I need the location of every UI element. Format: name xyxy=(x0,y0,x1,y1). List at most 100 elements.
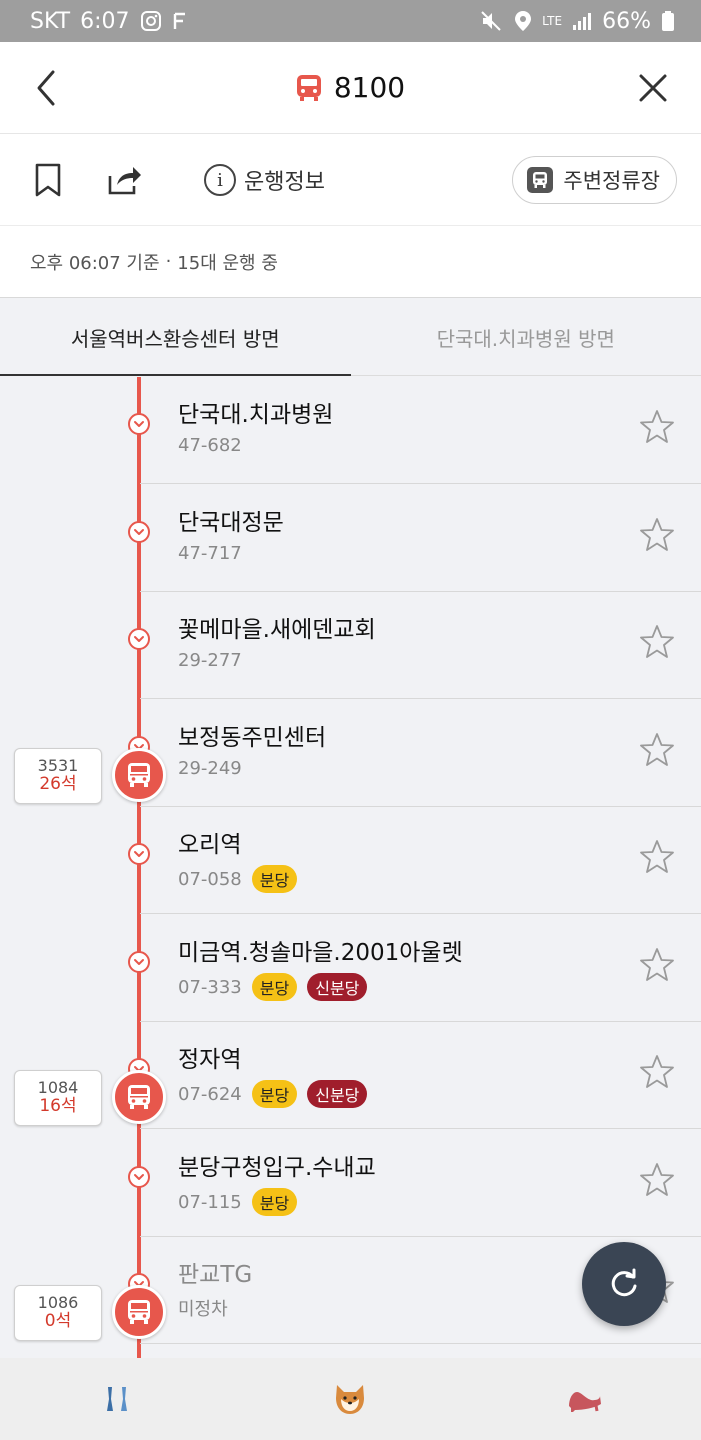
mute-icon xyxy=(480,10,504,32)
favorite-star-icon[interactable] xyxy=(639,1054,675,1090)
refresh-button[interactable] xyxy=(582,1242,666,1326)
stop-meta: 07-115 분당 xyxy=(178,1188,298,1216)
route-toolbar: i 운행정보 주변정류장 xyxy=(0,134,701,226)
bus-stop-icon xyxy=(527,167,554,193)
time-basis: 오후 06:07 기준 xyxy=(30,252,160,274)
stop-row[interactable]: 정자역 07-624 분당 신분당 xyxy=(140,1022,701,1129)
favorite-star-icon[interactable] xyxy=(639,624,675,660)
subway-line-badge: 분당 xyxy=(251,1080,298,1108)
stop-name: 분당구청입구.수내교 xyxy=(178,1155,376,1181)
heel-shoe-icon xyxy=(569,1392,602,1412)
stop-name: 보정동주민센터 xyxy=(178,725,327,751)
bus-icon xyxy=(296,74,321,101)
refresh-icon xyxy=(611,1268,637,1297)
subway-line-badge: 분당 xyxy=(251,973,298,1001)
stop-name: 오리역 xyxy=(178,832,242,858)
direction-tabs: 서울역버스환승센터 방면 단국대.치과병원 방면 xyxy=(0,300,701,376)
nav-route-button[interactable] xyxy=(77,1369,157,1429)
stop-name: 판교TG xyxy=(178,1262,253,1288)
stop-row[interactable]: 오리역 07-058 분당 xyxy=(140,807,701,914)
network-label: LTE xyxy=(542,14,563,28)
stop-number: 07-333 xyxy=(178,976,242,998)
bus-seats-available: 16석 xyxy=(39,1096,77,1117)
clock: 6:07 xyxy=(80,8,130,34)
bus-info-bubble[interactable]: 1086 0석 xyxy=(14,1285,102,1341)
stop-number: 29-249 xyxy=(178,758,242,779)
bus-vehicle-number: 3531 xyxy=(37,756,79,776)
nearby-stops-label: 주변정류장 xyxy=(563,169,660,193)
bus-position-icon[interactable] xyxy=(112,748,166,802)
favorite-star-icon[interactable] xyxy=(639,947,675,983)
favorite-star-icon[interactable] xyxy=(639,1162,675,1198)
bus-info-bubble[interactable]: 3531 26석 xyxy=(14,748,102,804)
stop-meta: 07-058 분당 xyxy=(178,865,298,893)
stop-meta: 29-249 xyxy=(178,758,242,779)
stop-row[interactable]: 단국대정문 47-717 xyxy=(140,485,701,592)
stop-meta: 07-624 분당 신분당 xyxy=(178,1080,368,1108)
route-info-button[interactable]: i 운행정보 xyxy=(204,162,325,198)
stop-row[interactable]: 보정동주민센터 29-249 xyxy=(140,700,701,807)
bus-position-icon[interactable] xyxy=(112,1070,166,1124)
battery-icon xyxy=(661,10,675,32)
stop-row[interactable]: 분당구청입구.수내교 07-115 분당 xyxy=(140,1130,701,1237)
bus-vehicle-number: 1084 xyxy=(37,1078,79,1098)
dog-mascot-icon xyxy=(336,1385,365,1414)
route-title: 8100 xyxy=(296,71,405,104)
stop-row[interactable]: 꽃메마을.새에덴교회 29-277 xyxy=(140,592,701,699)
share-icon xyxy=(108,167,141,195)
stop-marker-icon xyxy=(128,1166,150,1188)
stop-marker-icon xyxy=(128,843,150,865)
bus-vehicle-number: 1086 xyxy=(37,1293,79,1313)
stop-meta: 47-717 xyxy=(178,543,242,564)
bookmark-button[interactable] xyxy=(30,162,66,198)
info-icon: i xyxy=(204,164,236,196)
stop-list[interactable]: 단국대.치과병원 47-682 단국대정문 47-717 꽃메마을.새에덴교회 29-27… xyxy=(0,377,701,1358)
location-icon xyxy=(514,10,532,32)
chevron-left-icon xyxy=(37,70,55,106)
stop-meta: 47-682 xyxy=(178,435,242,456)
stop-name: 미금역.청솔마을.2001아울렛 xyxy=(178,940,463,966)
stop-marker-icon xyxy=(128,521,150,543)
instagram-icon xyxy=(140,10,162,32)
favorite-star-icon[interactable] xyxy=(639,517,675,553)
subway-line-badge: 신분당 xyxy=(307,973,368,1001)
summary-separator: · xyxy=(165,251,172,272)
bottom-nav xyxy=(0,1358,701,1440)
bus-seats-available: 26석 xyxy=(39,774,77,795)
stop-name: 단국대정문 xyxy=(178,510,284,536)
tab-direction-dankook[interactable]: 단국대.치과병원 방면 xyxy=(351,300,701,375)
share-button[interactable] xyxy=(104,162,146,198)
route-number: 8100 xyxy=(333,71,406,104)
close-button[interactable] xyxy=(633,68,673,108)
nav-mascot-button[interactable] xyxy=(310,1369,390,1429)
favorite-star-icon[interactable] xyxy=(639,409,675,445)
stop-marker-icon xyxy=(128,413,150,435)
app-header: 8100 xyxy=(0,42,701,134)
stop-number: 47-717 xyxy=(178,543,242,564)
signal-icon xyxy=(572,11,592,31)
stop-row[interactable]: 단국대.치과병원 47-682 xyxy=(140,377,701,484)
favorite-star-icon[interactable] xyxy=(639,839,675,875)
subway-line-badge: 분당 xyxy=(251,865,298,893)
stop-marker-icon xyxy=(128,628,150,650)
stop-row[interactable]: 미금역.청솔마을.2001아울렛 07-333 분당 신분당 xyxy=(140,915,701,1022)
stop-meta: 29-277 xyxy=(178,650,242,671)
tab-direction-seoul-station[interactable]: 서울역버스환승센터 방면 xyxy=(0,300,351,376)
route-nav-icon xyxy=(106,1387,127,1411)
bus-position-icon[interactable] xyxy=(112,1285,166,1339)
stop-number: 07-058 xyxy=(178,868,242,890)
stop-marker-icon xyxy=(128,951,150,973)
back-button[interactable] xyxy=(26,68,66,108)
carrier-label: SKT xyxy=(30,8,71,34)
subway-line-badge: 신분당 xyxy=(307,1080,368,1108)
operation-summary: 오후 06:07 기준 · 15대 운행 중 xyxy=(0,226,701,298)
bus-info-bubble[interactable]: 1084 16석 xyxy=(14,1070,102,1126)
favorite-star-icon[interactable] xyxy=(639,732,675,768)
nearby-stops-button[interactable]: 주변정류장 xyxy=(512,156,677,204)
close-icon xyxy=(639,74,667,102)
stop-meta: 07-333 분당 신분당 xyxy=(178,973,368,1001)
bus-seats-available: 0석 xyxy=(44,1311,72,1332)
battery-percent: 66% xyxy=(602,8,651,34)
nav-shoe-button[interactable] xyxy=(544,1369,624,1429)
bookmark-icon xyxy=(35,163,61,197)
